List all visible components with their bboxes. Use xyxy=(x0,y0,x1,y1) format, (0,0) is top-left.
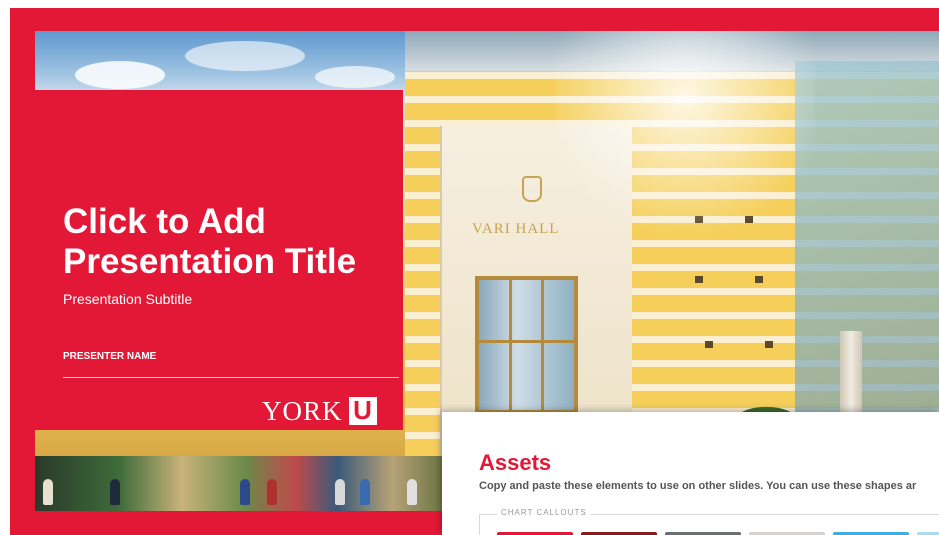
assets-title: Assets xyxy=(479,450,552,475)
assets-description: Copy and paste these elements to use on … xyxy=(479,480,917,492)
logo-u-box: U xyxy=(348,395,377,425)
sun-glare xyxy=(555,31,815,251)
assets-panel[interactable]: Assets Copy and paste these elements to … xyxy=(442,412,939,535)
presentation-title[interactable]: Click to Add Presentation Title xyxy=(63,202,403,281)
logo-wordmark: YORK xyxy=(262,395,343,426)
chart-callouts-label: CHART CALLOUTS xyxy=(497,508,591,517)
building-sign: VARI HALL xyxy=(472,221,560,237)
title-line-2: Presentation Title xyxy=(63,241,357,281)
campus-photo-strip xyxy=(35,456,455,511)
title-panel: Click to Add Presentation Title Presenta… xyxy=(35,90,403,430)
title-divider xyxy=(63,377,399,378)
presentation-subtitle[interactable]: Presentation Subtitle xyxy=(63,291,192,307)
york-u-logo: YORK U xyxy=(262,395,377,426)
crest-icon xyxy=(522,176,542,202)
glass-atrium xyxy=(795,61,939,421)
logo-u-mark: U xyxy=(353,395,372,425)
callouts-border-left xyxy=(479,514,480,535)
title-line-1: Click to Add xyxy=(63,202,266,241)
presenter-name[interactable]: PRESENTER NAME xyxy=(63,351,156,362)
